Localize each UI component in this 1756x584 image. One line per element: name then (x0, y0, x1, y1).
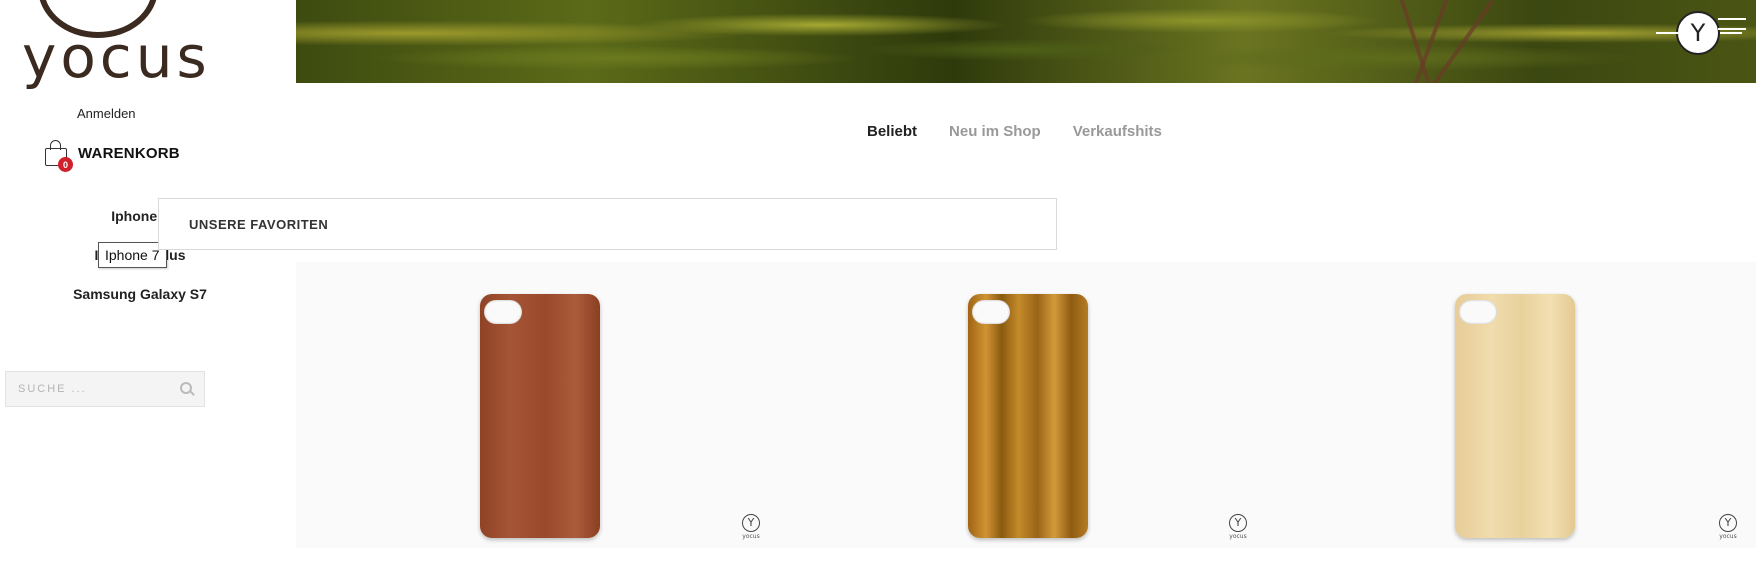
search-icon[interactable] (178, 380, 196, 398)
tab-verkaufshits[interactable]: Verkaufshits (1073, 123, 1162, 140)
menu-toggle-icon[interactable]: Y (1656, 11, 1742, 55)
cart-button[interactable]: 0 WARENKORB (44, 140, 180, 172)
favorites-heading-box: UNSERE FAVORITEN (158, 198, 1057, 250)
cart-count-badge: 0 (58, 157, 73, 172)
search-box (5, 371, 205, 407)
cart-label: WARENKORB (78, 144, 180, 162)
hover-tooltip: Iphone 7 (98, 242, 167, 268)
product-grid: Yyocus Yyocus Yyocus (296, 262, 1756, 548)
login-link[interactable]: Anmelden (77, 106, 136, 121)
product-card[interactable]: Yyocus (296, 262, 782, 548)
menu-lines-icon[interactable] (1718, 18, 1746, 38)
tab-neu-im-shop[interactable]: Neu im Shop (949, 123, 1041, 140)
product-image-walnut-case[interactable] (480, 294, 600, 538)
tab-beliebt[interactable]: Beliebt (867, 123, 917, 140)
product-image-maple-case[interactable] (1455, 294, 1575, 538)
search-input[interactable] (6, 382, 178, 396)
product-card[interactable]: Yyocus (783, 262, 1269, 548)
product-tabs: Beliebt Neu im Shop Verkaufshits (867, 123, 1162, 140)
hero-banner-image (296, 0, 1756, 83)
category-samsung-galaxy-s7[interactable]: Samsung Galaxy S7 (70, 284, 210, 305)
product-image-bamboo-case[interactable] (968, 294, 1088, 538)
brand-watermark-icon: Yyocus (1719, 514, 1737, 540)
product-card[interactable]: Yyocus (1270, 262, 1756, 548)
brand-logo[interactable]: yocus (0, 0, 295, 90)
shopping-bag-icon: 0 (44, 140, 73, 172)
logo-wordmark: yocus (22, 23, 211, 90)
favorites-title: UNSERE FAVORITEN (189, 216, 329, 232)
brand-watermark-icon: Yyocus (1229, 514, 1247, 540)
brand-watermark-icon: Yyocus (742, 514, 760, 540)
